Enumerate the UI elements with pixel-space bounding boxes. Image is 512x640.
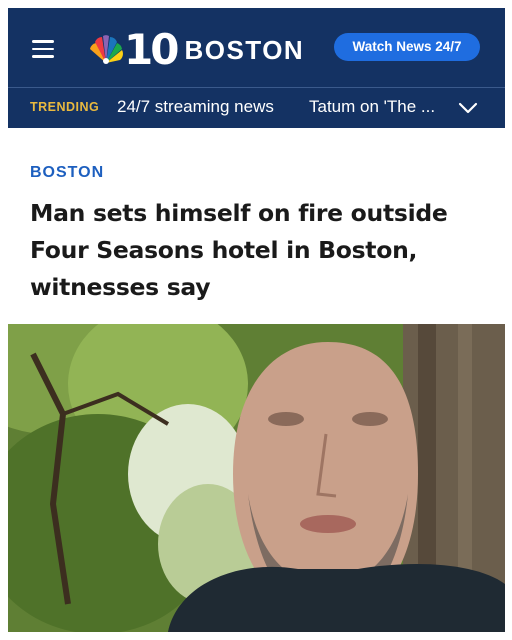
article-headline: Man sets himself on fire outside Four Se… (30, 199, 448, 301)
video-frame-image (8, 324, 505, 632)
trending-item-tatum[interactable]: Tatum on 'The ... (309, 97, 439, 117)
logo-number: 10 (124, 25, 179, 74)
hamburger-menu-icon[interactable] (32, 40, 54, 58)
article-section-label[interactable]: BOSTON (30, 164, 104, 182)
site-header: 10 BOSTON Watch News 24/7 TRENDING 24/7 … (8, 8, 505, 128)
nbc10-boston-logo[interactable]: 10 BOSTON (86, 28, 304, 72)
nbc-peacock-logo-icon (90, 35, 123, 64)
chevron-down-icon[interactable] (458, 101, 478, 115)
trending-item-streaming[interactable]: 24/7 streaming news (117, 97, 274, 117)
trending-bar: TRENDING 24/7 streaming news Tatum on 'T… (8, 88, 505, 128)
article-video-thumbnail[interactable] (8, 324, 505, 632)
watch-news-button[interactable]: Watch News 24/7 (334, 33, 480, 61)
logo-city: BOSTON (184, 35, 305, 65)
header-top-bar: 10 BOSTON Watch News 24/7 (8, 8, 505, 88)
trending-label: TRENDING (30, 100, 100, 114)
